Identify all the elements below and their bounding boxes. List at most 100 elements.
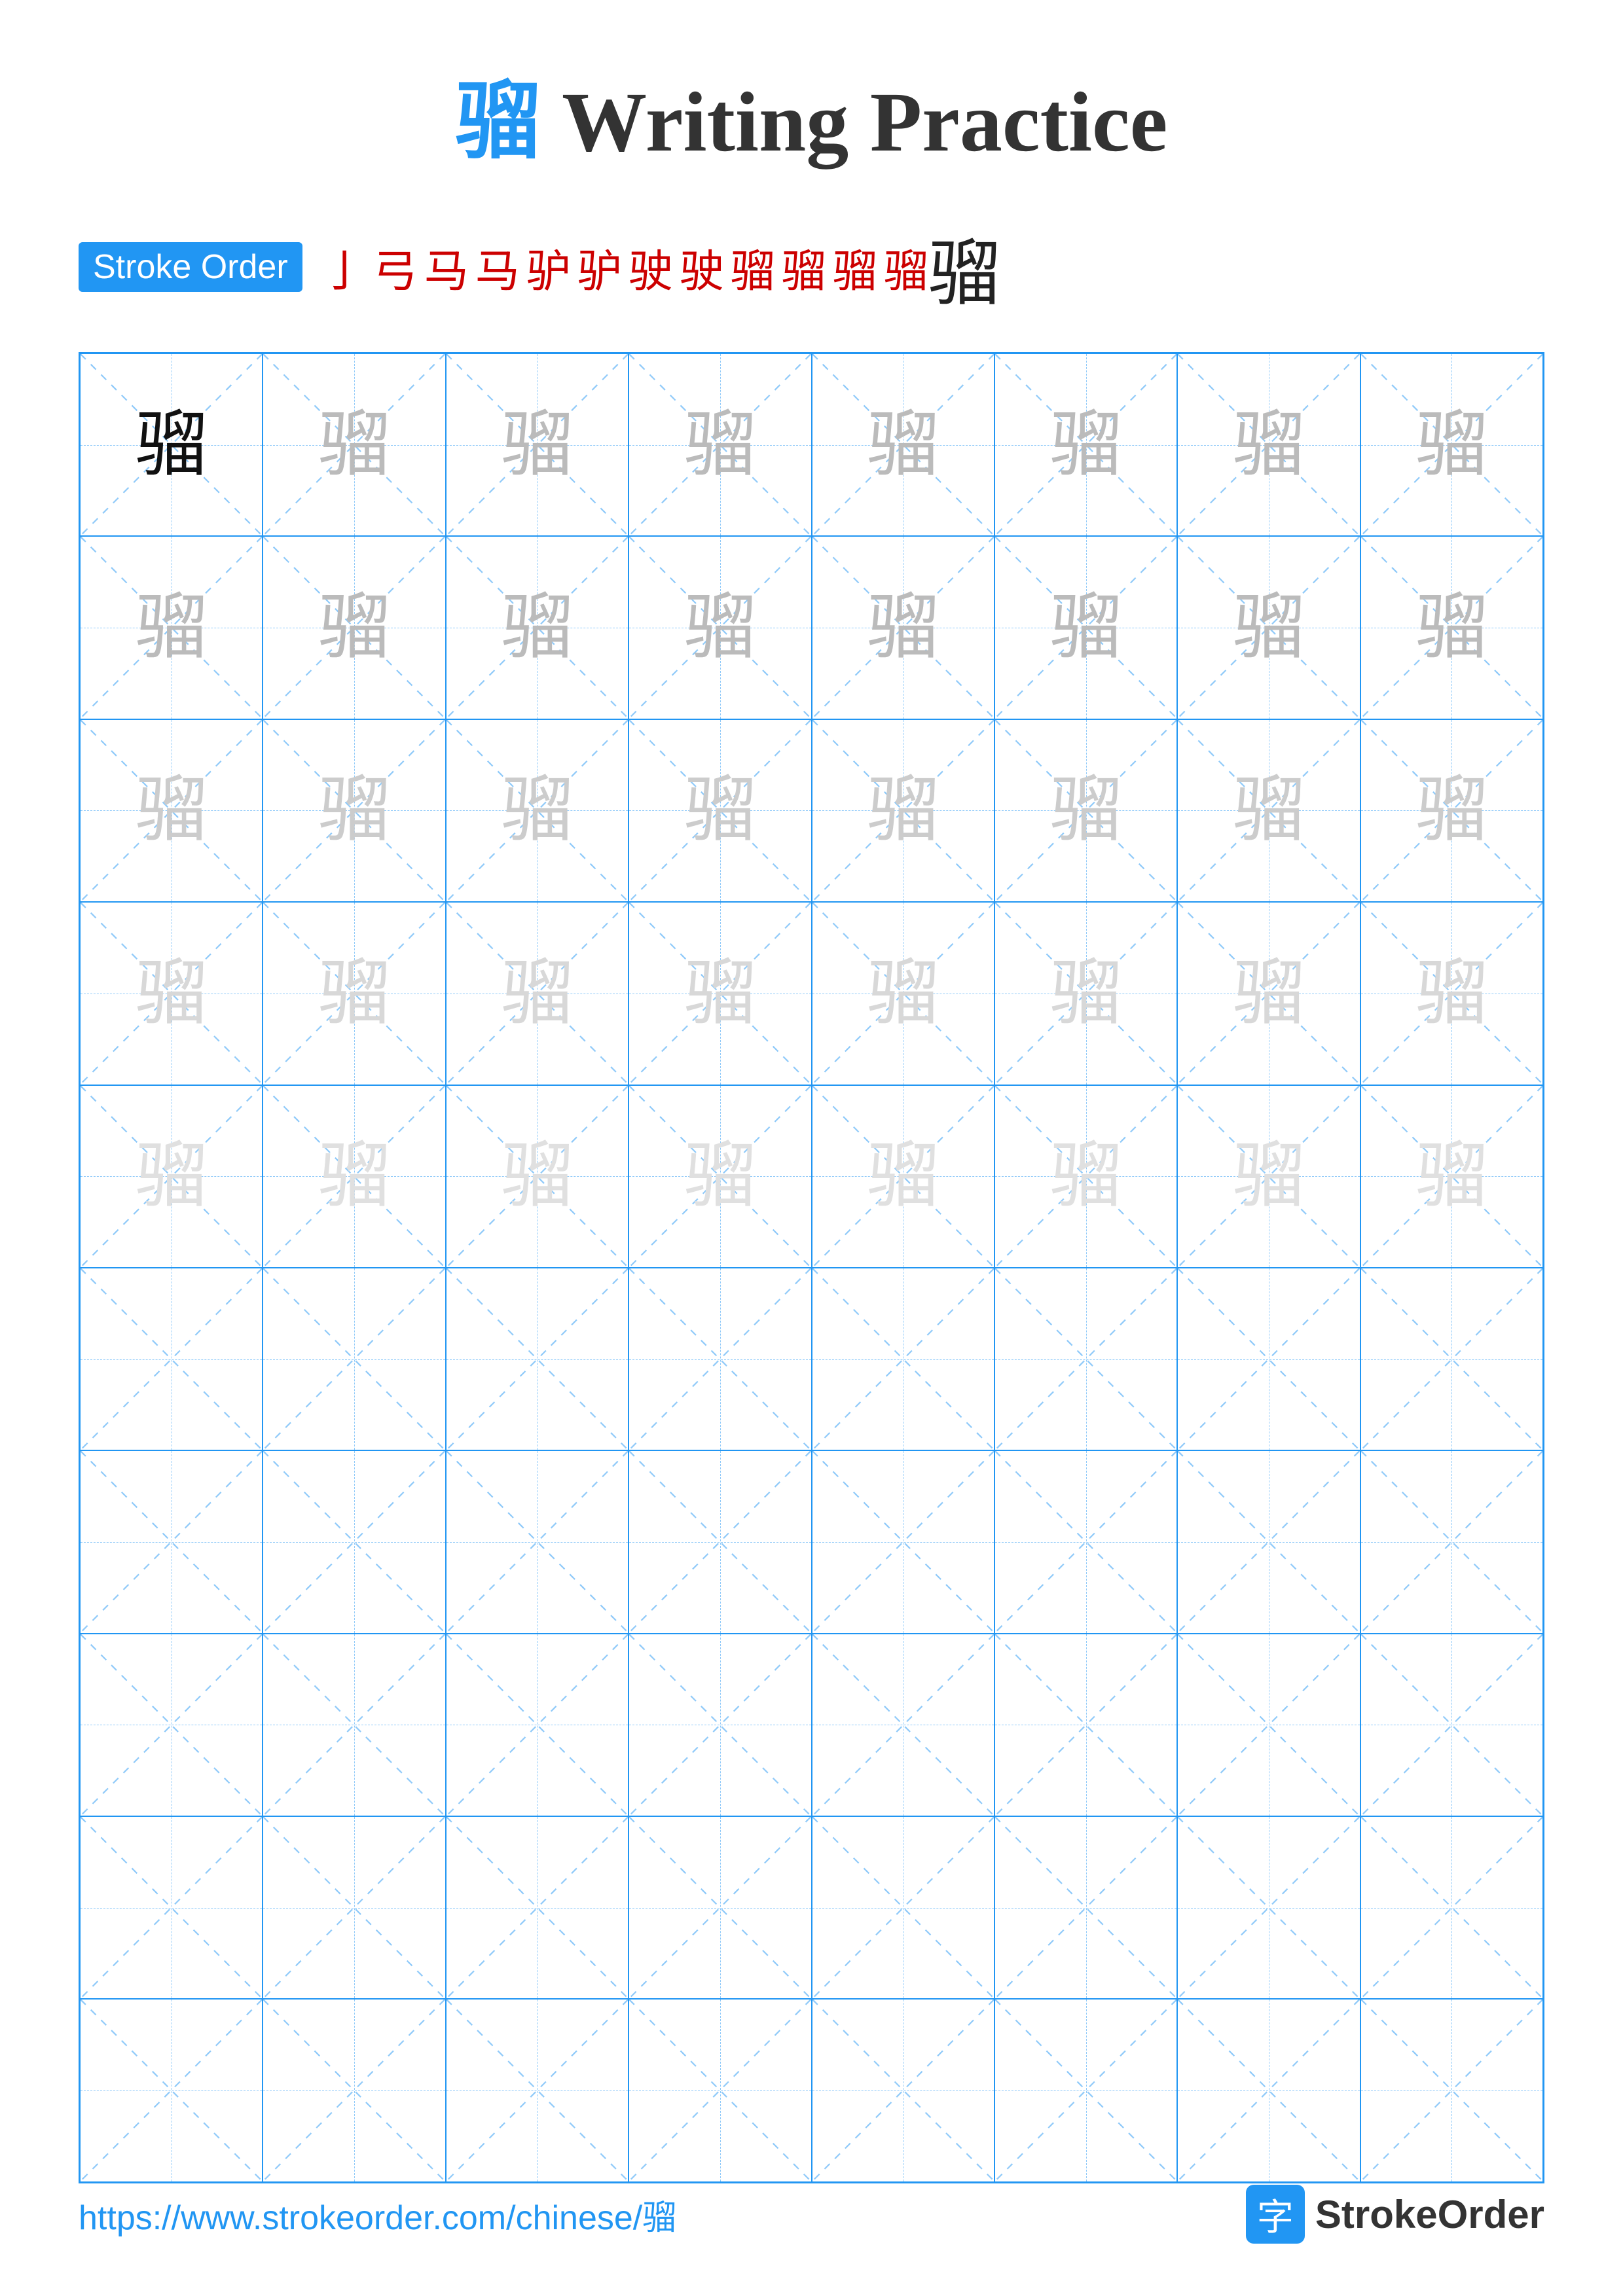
stroke-3: 马 [424, 235, 469, 300]
grid-cell [629, 1999, 811, 2181]
grid-cell: 骝 [1360, 353, 1543, 536]
grid-cell: 骝 [994, 902, 1177, 1085]
grid-cell [263, 1268, 445, 1450]
grid-cell: 骝 [446, 1085, 629, 1268]
page-title: 骝 Writing Practice [456, 52, 1168, 175]
grid-cell: 骝 [629, 1085, 811, 1268]
grid-cell: 骝 [1177, 902, 1360, 1085]
stroke-9: 骝 [731, 235, 775, 300]
grid-cell: 骝 [629, 353, 811, 536]
grid-cell: 骝 [812, 1085, 994, 1268]
grid-cell [994, 1999, 1177, 2181]
grid-cell [812, 1450, 994, 1633]
grid-cell [994, 1634, 1177, 1816]
grid-cell: 骝 [812, 353, 994, 536]
title-char: 骝 [456, 75, 541, 170]
grid-cell: 骝 [446, 536, 629, 719]
grid-cell [629, 1634, 811, 1816]
grid-cell: 骝 [994, 1085, 1177, 1268]
stroke-1: 亅 [322, 235, 367, 300]
grid-cell [80, 1999, 263, 2181]
grid-cell [263, 1999, 445, 2181]
grid-cell: 骝 [263, 536, 445, 719]
grid-cell: 骝 [263, 353, 445, 536]
grid-cell: 骝 [629, 902, 811, 1085]
stroke-5: 驴 [526, 235, 571, 300]
grid-cell [994, 1450, 1177, 1633]
grid-cell [1177, 1450, 1360, 1633]
grid-cell [1360, 1268, 1543, 1450]
grid-cell [994, 1816, 1177, 1999]
grid-cell: 骝 [812, 719, 994, 902]
grid-cell [629, 1450, 811, 1633]
grid-cell: 骝 [80, 719, 263, 902]
grid-cell [812, 1268, 994, 1450]
grid-cell: 骝 [80, 902, 263, 1085]
grid-cell [1177, 1634, 1360, 1816]
grid-cell [1360, 1999, 1543, 2181]
grid-cell [446, 1816, 629, 1999]
footer-logo: 字 StrokeOrder [1246, 2185, 1544, 2244]
grid-cell [80, 1634, 263, 1816]
stroke-12: 骝 [884, 235, 928, 300]
footer: https://www.strokeorder.com/chinese/骝 字 … [79, 2185, 1544, 2244]
stroke-chars: 亅 弓 马 马 驴 驴 驶 驶 骝 骝 骝 骝 [322, 235, 928, 300]
grid-cell: 骝 [1177, 1085, 1360, 1268]
logo-text: StrokeOrder [1315, 2192, 1544, 2237]
grid-cell: 骝 [80, 536, 263, 719]
stroke-2: 弓 [373, 235, 418, 300]
grid-cell [1360, 1816, 1543, 1999]
grid-cell [812, 1816, 994, 1999]
grid-cell [446, 1999, 629, 2181]
footer-url: https://www.strokeorder.com/chinese/骝 [79, 2190, 676, 2239]
stroke-10: 骝 [782, 235, 826, 300]
grid-cell [1177, 1268, 1360, 1450]
stroke-order-label: Stroke Order [79, 242, 302, 292]
title-text: Writing Practice [541, 75, 1168, 170]
grid-cell [812, 1634, 994, 1816]
grid-cell [80, 1816, 263, 1999]
grid-cell [1177, 1816, 1360, 1999]
grid-cell [446, 1634, 629, 1816]
grid-cell [812, 1999, 994, 2181]
stroke-4: 马 [475, 235, 520, 300]
grid-cell [80, 1268, 263, 1450]
stroke-6: 驴 [577, 235, 622, 300]
grid-cell: 骝 [994, 536, 1177, 719]
grid-cell: 骝 [994, 719, 1177, 902]
grid-cell: 骝 [80, 353, 263, 536]
grid-cell: 骝 [1177, 719, 1360, 902]
practice-grid: 骝骝骝骝骝骝骝骝骝骝骝骝骝骝骝骝骝骝骝骝骝骝骝骝骝骝骝骝骝骝骝骝骝骝骝骝骝骝骝骝 [79, 352, 1544, 2183]
page: 骝 Writing Practice Stroke Order 亅 弓 马 马 … [0, 0, 1623, 2296]
stroke-7: 驶 [629, 235, 673, 300]
grid-cell: 骝 [1360, 719, 1543, 902]
logo-icon: 字 [1246, 2185, 1305, 2244]
stroke-final: 骝 [928, 215, 1000, 319]
grid-cell [994, 1268, 1177, 1450]
stroke-order-row: Stroke Order 亅 弓 马 马 驴 驴 驶 驶 骝 骝 骝 骝 骝 [79, 215, 1544, 319]
stroke-8: 驶 [680, 235, 724, 300]
grid-cell [1360, 1634, 1543, 1816]
grid-cell: 骝 [446, 902, 629, 1085]
grid-cell: 骝 [994, 353, 1177, 536]
stroke-11: 骝 [833, 235, 877, 300]
grid-cell [629, 1268, 811, 1450]
grid-cell: 骝 [1360, 536, 1543, 719]
grid-cell: 骝 [1360, 902, 1543, 1085]
grid-cell: 骝 [446, 353, 629, 536]
grid-cell: 骝 [812, 902, 994, 1085]
grid-cell: 骝 [1177, 536, 1360, 719]
grid-cell: 骝 [1177, 353, 1360, 536]
grid-cell [1177, 1999, 1360, 2181]
grid-cell: 骝 [629, 719, 811, 902]
grid-cell [446, 1268, 629, 1450]
grid-cell [446, 1450, 629, 1633]
grid-cell: 骝 [263, 902, 445, 1085]
grid-cell [263, 1450, 445, 1633]
grid-cell [80, 1450, 263, 1633]
grid-cell: 骝 [263, 719, 445, 902]
grid-cell: 骝 [1360, 1085, 1543, 1268]
grid-cell: 骝 [812, 536, 994, 719]
grid-cell: 骝 [80, 1085, 263, 1268]
grid-cell: 骝 [446, 719, 629, 902]
